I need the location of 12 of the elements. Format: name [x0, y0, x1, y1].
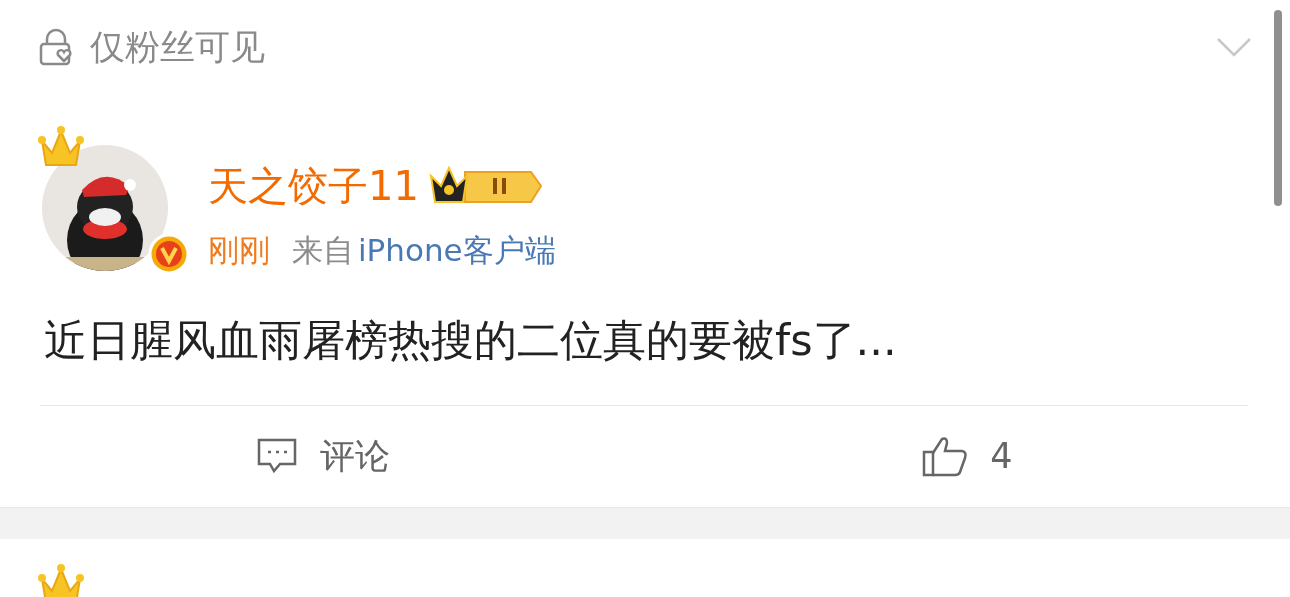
comment-icon — [255, 437, 298, 476]
scrollbar[interactable] — [1274, 10, 1282, 206]
comment-button[interactable]: 评论 — [0, 406, 645, 507]
like-button[interactable]: 4 — [645, 406, 1290, 507]
thumbs-up-icon — [922, 435, 969, 478]
visibility-label: 仅粉丝可见 — [90, 26, 266, 69]
post-text: 近日腥风血雨屠榜热搜的二位真的要被fs了... — [43, 314, 898, 367]
author-name[interactable]: 天之饺子11 — [208, 159, 419, 214]
post-time: 刚刚 — [208, 231, 270, 270]
chevron-down-icon[interactable] — [1216, 37, 1252, 58]
source-link[interactable]: iPhone客户端 — [358, 230, 556, 272]
source-prefix: 来自 — [292, 231, 354, 270]
